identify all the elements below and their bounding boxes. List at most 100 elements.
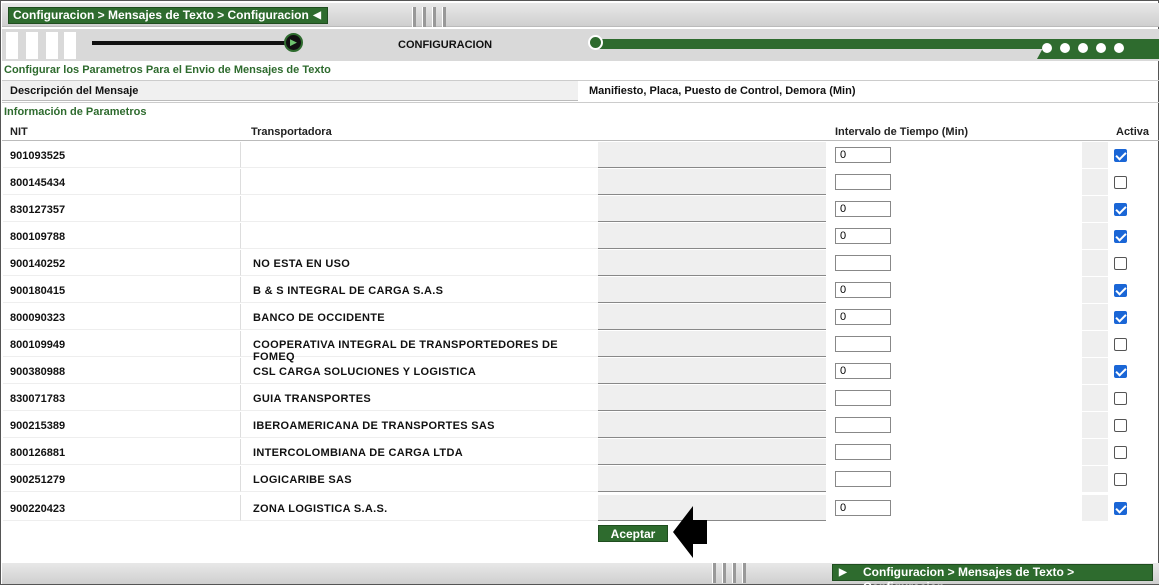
section-title-params: Información de Parametros (4, 106, 147, 118)
nit-value: 800109788 (10, 231, 66, 243)
table-row: 901093525 (2, 142, 1159, 169)
checkbox-cell (1082, 142, 1108, 168)
blank-cell (598, 277, 826, 303)
column-header-transportadora: Transportadora (251, 126, 332, 138)
transportadora-name: BANCO DE OCCIDENTE (253, 312, 385, 324)
blank-cell (598, 412, 826, 438)
nit-value: 830127357 (10, 204, 66, 216)
header-band: ▶ CONFIGURACION (2, 29, 1159, 61)
intervalo-input[interactable] (835, 336, 891, 352)
divider (2, 102, 1159, 103)
nit-value: 901093525 (10, 150, 66, 162)
activa-checkbox[interactable] (1114, 257, 1127, 270)
intervalo-input[interactable] (835, 471, 891, 487)
checkbox-cell (1082, 495, 1108, 521)
nit-value: 900140252 (10, 258, 66, 270)
decor-stripe (6, 32, 18, 59)
nit-value: 900215389 (10, 420, 66, 432)
table-row: 900180415 B & S INTEGRAL DE CARGA S.A.S (2, 277, 1159, 304)
activa-checkbox[interactable] (1114, 419, 1127, 432)
intervalo-input[interactable] (835, 147, 891, 163)
table-row: 800109949 COOPERATIVA INTEGRAL DE TRANSPO… (2, 331, 1159, 363)
description-label: Descripción del Mensaje (2, 81, 578, 101)
activa-checkbox[interactable] (1114, 149, 1127, 162)
blank-cell (598, 358, 826, 384)
intervalo-input[interactable] (835, 390, 891, 406)
blank-cell (598, 439, 826, 465)
intervalo-input[interactable] (835, 444, 891, 460)
grip-icon (422, 7, 426, 27)
transportadora-cell: NO ESTA EN USO (240, 250, 598, 276)
description-value: Manifiesto, Placa, Puesto de Control, De… (589, 85, 856, 97)
transportadora-cell: ZONA LOGISTICA S.A.S. (240, 495, 598, 521)
table-row: 800109788 (2, 223, 1159, 250)
column-header-intervalo: Intervalo de Tiempo (Min) (835, 126, 969, 138)
nit-value: 800109949 (10, 339, 66, 351)
transportadora-cell (240, 196, 598, 222)
transportadora-cell: B & S INTEGRAL DE CARGA S.A.S (240, 277, 598, 303)
activa-checkbox[interactable] (1114, 502, 1127, 515)
nit-value: 900220423 (10, 503, 66, 515)
activa-checkbox[interactable] (1114, 473, 1127, 486)
checkbox-cell (1082, 358, 1108, 384)
transportadora-cell: LOGICARIBE SAS (240, 466, 598, 492)
activa-checkbox[interactable] (1114, 311, 1127, 324)
nit-value: 800090323 (10, 312, 66, 324)
activa-checkbox[interactable] (1114, 392, 1127, 405)
table-row: 830127357 (2, 196, 1159, 223)
nit-value: 900251279 (10, 474, 66, 486)
play-arrow-icon: ▶ (284, 33, 303, 52)
activa-checkbox[interactable] (1114, 203, 1127, 216)
page-title: CONFIGURACION (398, 39, 493, 51)
blank-cell (598, 196, 826, 222)
decor-dots (1042, 43, 1132, 56)
nit-value: 900380988 (10, 366, 66, 378)
nit-value: 800145434 (10, 177, 66, 189)
blank-cell (598, 223, 826, 249)
intervalo-input[interactable] (835, 201, 891, 217)
accept-button[interactable]: Aceptar (598, 525, 668, 542)
intervalo-input[interactable] (835, 282, 891, 298)
breadcrumb-text: Configuracion > Mensajes de Texto > Conf… (863, 565, 1075, 585)
nit-value: 830071783 (10, 393, 66, 405)
grip-icon (742, 563, 746, 583)
checkbox-cell (1082, 331, 1108, 357)
activa-checkbox[interactable] (1114, 176, 1127, 189)
activa-checkbox[interactable] (1114, 446, 1127, 459)
blank-cell (598, 169, 826, 195)
blank-cell (598, 304, 826, 330)
blank-cell (598, 495, 826, 521)
decor-stripe (46, 32, 58, 59)
transportadora-name: LOGICARIBE SAS (253, 474, 352, 486)
table-row: 800126881 INTERCOLOMBIANA DE CARGA LTDA (2, 439, 1159, 466)
intervalo-input[interactable] (835, 417, 891, 433)
table-row: 800090323 BANCO DE OCCIDENTE (2, 304, 1159, 331)
checkbox-cell (1082, 196, 1108, 222)
activa-checkbox[interactable] (1114, 284, 1127, 297)
table-row: 900215389 IBEROAMERICANA DE TRANSPORTES S… (2, 412, 1159, 439)
checkbox-cell (1082, 304, 1108, 330)
activa-checkbox[interactable] (1114, 338, 1127, 351)
decor-line (92, 41, 292, 45)
intervalo-input[interactable] (835, 500, 891, 516)
table-row: 900380988 CSL CARGA SOLUCIONES Y LOGISTIC… (2, 358, 1159, 385)
transportadora-name: NO ESTA EN USO (253, 258, 351, 270)
table-row: 900140252 NO ESTA EN USO (2, 250, 1159, 277)
transportadora-name: IBEROAMERICANA DE TRANSPORTES SAS (253, 420, 495, 432)
pointing-arrow-icon (673, 506, 707, 558)
grip-icon (732, 563, 736, 583)
intervalo-input[interactable] (835, 174, 891, 190)
activa-checkbox[interactable] (1114, 230, 1127, 243)
intervalo-input[interactable] (835, 309, 891, 325)
intervalo-input[interactable] (835, 255, 891, 271)
transportadora-name: INTERCOLOMBIANA DE CARGA LTDA (253, 447, 463, 459)
nit-value: 800126881 (10, 447, 66, 459)
intervalo-input[interactable] (835, 363, 891, 379)
activa-checkbox[interactable] (1114, 365, 1127, 378)
blank-cell (598, 250, 826, 276)
app-frame: Configuracion > Mensajes de Texto > Conf… (0, 0, 1159, 585)
breadcrumb-top[interactable]: Configuracion > Mensajes de Texto > Conf… (8, 7, 328, 24)
intervalo-input[interactable] (835, 228, 891, 244)
breadcrumb-bottom[interactable]: ▶ Configuracion > Mensajes de Texto > Co… (832, 564, 1153, 585)
bottom-bar: ▶ Configuracion > Mensajes de Texto > Co… (2, 563, 1159, 585)
